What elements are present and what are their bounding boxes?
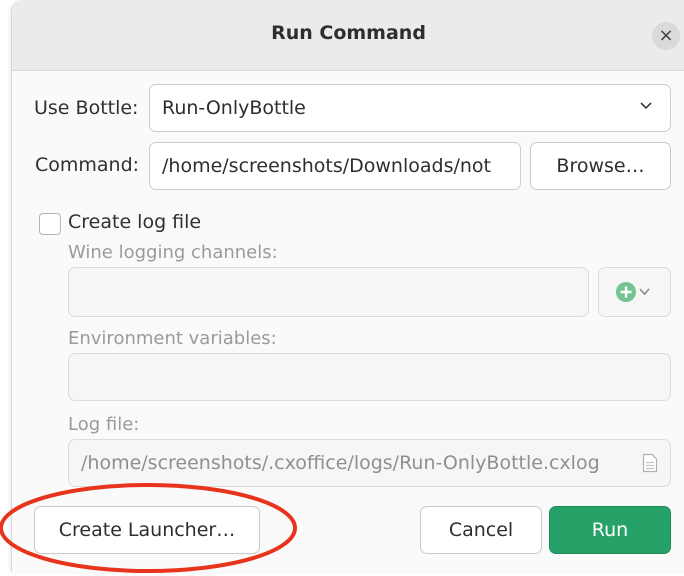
create-log-checkbox[interactable] [39,213,61,235]
bottle-select-value: Run-OnlyBottle [162,97,306,119]
env-vars-input[interactable] [68,353,671,401]
wine-channels-label: Wine logging channels: [68,242,278,263]
bottle-select[interactable]: Run-OnlyBottle [149,84,671,132]
command-input-value: /home/screenshots/Downloads/not [162,155,492,177]
close-icon: × [658,25,674,46]
run-button[interactable]: Run [549,506,671,554]
log-file-input[interactable]: /home/screenshots/.cxoffice/logs/Run-Onl… [68,439,671,487]
bottle-label: Use Bottle: [34,97,139,119]
create-log-label: Create log file [68,211,202,233]
create-launcher-button[interactable]: Create Launcher… [34,506,260,554]
cancel-button[interactable]: Cancel [420,506,542,554]
plus-circle-icon [615,282,650,302]
browse-button[interactable]: Browse… [530,142,671,190]
log-file-label: Log file: [68,414,140,435]
run-command-dialog: Run Command × Use Bottle: Run-OnlyBottle… [11,0,684,572]
log-file-value: /home/screenshots/.cxoffice/logs/Run-Onl… [81,452,600,474]
env-vars-label: Environment variables: [68,328,277,349]
add-channel-button[interactable] [598,267,671,317]
title-bar: Run Command × [12,0,684,71]
command-label: Command: [35,154,140,176]
dialog-title: Run Command [271,22,426,44]
document-icon[interactable] [642,453,658,473]
wine-channels-input[interactable] [68,267,589,317]
close-button[interactable]: × [652,22,680,50]
command-input[interactable]: /home/screenshots/Downloads/not [149,142,521,190]
chevron-down-icon [640,102,652,110]
